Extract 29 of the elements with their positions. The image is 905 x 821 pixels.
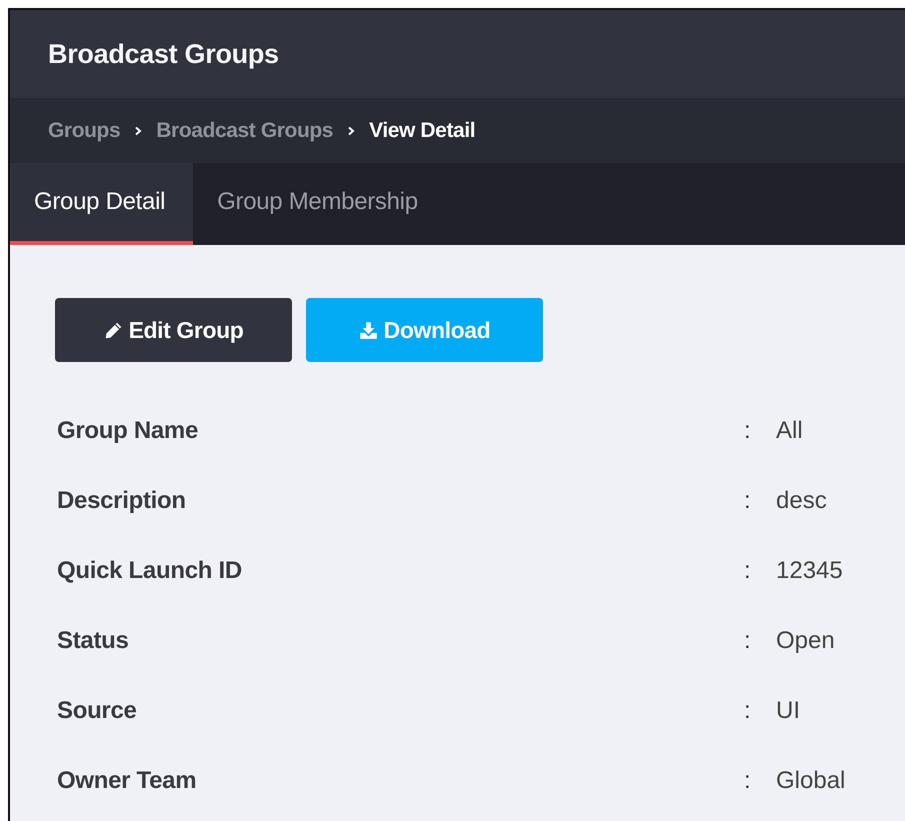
field-label: Group Name xyxy=(56,417,200,445)
separator-colon: : xyxy=(744,487,752,515)
breadcrumb-link[interactable]: Groups xyxy=(48,118,120,142)
edit-group-button[interactable]: Edit Group xyxy=(55,298,292,362)
breadcrumb-link[interactable]: Broadcast Groups xyxy=(156,118,334,142)
field-label: Owner Team xyxy=(56,767,198,795)
field-label: Quick Launch ID xyxy=(56,557,243,585)
field-value: 12345 xyxy=(776,557,843,585)
pencil-icon xyxy=(104,320,123,340)
field-value: UI xyxy=(776,697,800,725)
field-value: Open xyxy=(776,627,835,655)
download-icon xyxy=(358,320,378,340)
tab[interactable]: Group Detail xyxy=(10,163,194,245)
tab[interactable]: Group Membership xyxy=(193,163,446,245)
chevron-icon xyxy=(347,126,356,136)
breadcrumb-current: View Detail xyxy=(369,118,476,142)
field-value: Global xyxy=(776,767,846,795)
field-label: Description xyxy=(56,487,187,515)
field-label: Source xyxy=(56,697,138,725)
field-value: All xyxy=(776,417,803,445)
separator-colon: : xyxy=(744,767,752,795)
page-title: Broadcast Groups xyxy=(48,38,279,70)
field-label: Status xyxy=(56,627,130,655)
separator-colon: : xyxy=(744,627,752,655)
chevron-icon xyxy=(134,126,142,136)
separator-colon: : xyxy=(744,557,752,585)
field-value: desc xyxy=(776,487,827,515)
separator-colon: : xyxy=(744,697,752,725)
separator-colon: : xyxy=(744,417,752,445)
